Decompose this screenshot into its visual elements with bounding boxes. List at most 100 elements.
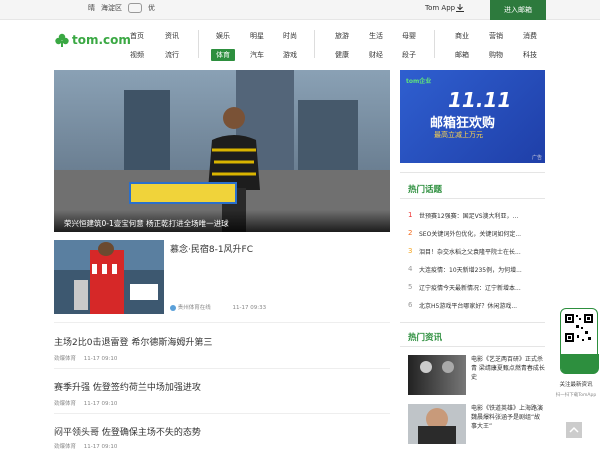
section-divider <box>400 322 545 323</box>
qr-footer <box>561 354 599 374</box>
nav-sports[interactable]: 体育 <box>211 49 235 61</box>
source-icon <box>170 304 176 311</box>
mailbox-promo-ad[interactable]: tom企业 11.11 邮箱狂欢购 最高立减上万元 广告 <box>400 70 545 163</box>
divider <box>54 413 390 414</box>
hot-info-thumbnail <box>408 355 466 395</box>
hero-building <box>298 100 358 170</box>
weather-widget[interactable]: 晴 海淀区 优 <box>88 3 155 13</box>
rank-number: 1 <box>408 211 413 219</box>
nav-shopping[interactable]: 购物 <box>484 49 508 61</box>
feature-thumbnail <box>54 240 164 314</box>
hot-topic-item[interactable]: 4 大连疫情：10天新增235例，为何增... <box>408 260 544 278</box>
hot-topics-list: 1 世预赛12强赛：国足VS澳大利亚，... 2 SEO关键词外包优化，关键词如… <box>408 206 544 314</box>
logo-mark-icon <box>55 33 69 47</box>
nav-mail[interactable]: 邮箱 <box>450 49 474 61</box>
hot-topic-item[interactable]: 3 泪目！杂交水稻之父袁隆平院士在长... <box>408 242 544 260</box>
hot-topic-text[interactable]: 辽宁疫情今天最新情况：辽宁新增本... <box>419 283 521 292</box>
ad-subheadline: 邮箱狂欢购 <box>430 116 496 131</box>
hot-topic-item[interactable]: 1 世预赛12强赛：国足VS澳大利亚，... <box>408 206 544 224</box>
nav-auto[interactable]: 汽车 <box>245 49 269 61</box>
ad-offer: 最高立减上万元 <box>434 131 483 139</box>
nav-finance[interactable]: 财经 <box>364 49 388 61</box>
article-time: 11-17 09:10 <box>83 444 118 450</box>
air-quality-label: 优 <box>148 4 155 12</box>
nav-consumer[interactable]: 消费 <box>518 30 542 42</box>
article-item[interactable]: 赛季升强 佐登签约荷兰中场加强进攻 劲爆体育 11-17 09:10 <box>54 380 390 407</box>
ad-tag: 广告 <box>531 155 542 161</box>
nav-travel[interactable]: 旅游 <box>330 30 354 42</box>
hero-banner-sign <box>129 182 237 204</box>
location-label: 海淀区 <box>101 4 122 12</box>
section-divider <box>400 172 545 173</box>
article-meta: 劲爆体育 11-17 09:10 <box>54 354 390 362</box>
section-divider <box>400 198 545 199</box>
nav-fashion[interactable]: 时尚 <box>278 30 302 42</box>
hot-info-text[interactable]: 电影《铁道英雄》上海路演 魏晨爆料张涵予是剧组“故事大王” <box>471 404 545 431</box>
nav-trend[interactable]: 流行 <box>160 49 184 61</box>
nav-stars[interactable]: 明星 <box>245 30 269 42</box>
article-title[interactable]: 主场2比0击退雷登 希尔德斯海姆升第三 <box>54 335 390 348</box>
nav-tech[interactable]: 科技 <box>518 49 542 61</box>
nav-divider <box>198 30 199 58</box>
hot-topic-text[interactable]: 世预赛12强赛：国足VS澳大利亚，... <box>419 211 518 220</box>
divider <box>54 368 390 369</box>
hot-topic-text[interactable]: 大连疫情：10天新增235例，为何增... <box>419 265 522 274</box>
tom-app-link[interactable]: Tom App <box>425 4 455 12</box>
rank-number: 2 <box>408 229 413 237</box>
chevron-up-icon <box>569 426 579 433</box>
article-time: 11-17 09:10 <box>83 401 118 407</box>
article-meta: 劲爆体育 11-17 09:10 <box>54 399 390 407</box>
hot-info-item[interactable]: 电影《艺芝两百研》正式杀青 梁靖康夏甄点燃青春成长史 <box>408 355 545 395</box>
qr-label: 关注最新资讯 <box>559 382 593 388</box>
article-item[interactable]: 闷平领头哥 佐登确保主场不失的态势 劲爆体育 11-17 09:10 <box>54 425 390 450</box>
nav-life[interactable]: 生活 <box>364 30 388 42</box>
nav-divider <box>434 30 435 58</box>
nav-video[interactable]: 视频 <box>125 49 149 61</box>
nav-divider <box>314 30 315 58</box>
article-title[interactable]: 闷平领头哥 佐登确保主场不失的态势 <box>54 425 390 438</box>
site-logo[interactable]: tom.com <box>54 30 131 50</box>
nav-baby[interactable]: 母婴 <box>397 30 421 42</box>
hot-info-thumbnail <box>408 404 466 444</box>
nav-business[interactable]: 商业 <box>450 30 474 42</box>
article-title[interactable]: 赛季升强 佐登签约荷兰中场加强进攻 <box>54 380 390 393</box>
ad-logo: tom企业 <box>406 78 432 85</box>
rank-number: 6 <box>408 301 413 309</box>
ad-headline: 11.11 <box>448 88 512 112</box>
nav-jokes[interactable]: 段子 <box>397 49 421 61</box>
top-bar: 晴 海淀区 优 Tom App 进入邮箱 <box>0 0 600 20</box>
weather-label: 晴 <box>88 4 95 12</box>
hot-info-text[interactable]: 电影《艺芝两百研》正式杀青 梁靖康夏甄点燃青春成长史 <box>471 355 545 382</box>
feature-meta: 贵州体育在线 11-17 09:33 <box>170 303 266 311</box>
download-icon[interactable] <box>455 3 465 13</box>
article-item[interactable]: 主场2比0击退雷登 希尔德斯海姆升第三 劲爆体育 11-17 09:10 <box>54 335 390 362</box>
qr-code-icon <box>564 313 594 343</box>
nav-home[interactable]: 首页 <box>125 30 149 42</box>
back-to-top-button[interactable] <box>566 422 582 438</box>
logo-text: tom.com <box>72 33 131 47</box>
article-time: 11-17 09:10 <box>83 356 118 362</box>
nav-news[interactable]: 资讯 <box>160 30 184 42</box>
app-qr-widget[interactable] <box>560 308 599 374</box>
hot-topic-item[interactable]: 2 SEO关键词外包优化，关键词如何定... <box>408 224 544 242</box>
hot-topic-item[interactable]: 6 北京H5游戏平台哪家好？休闲游戏... <box>408 296 544 314</box>
hot-topic-text[interactable]: 泪目！杂交水稻之父袁隆平院士在长... <box>419 247 521 256</box>
article-source: 劲爆体育 <box>54 444 77 450</box>
hero-banner[interactable]: 荣兴恒建筑0-1壹宝何意 杨正乾打进全场唯一进球 <box>54 70 390 232</box>
nav-games[interactable]: 游戏 <box>278 49 302 61</box>
feature-time: 11-17 09:33 <box>232 305 267 311</box>
nav-health[interactable]: 健康 <box>330 49 354 61</box>
hot-topic-text[interactable]: SEO关键词外包优化，关键词如何定... <box>419 229 521 238</box>
article-source: 劲爆体育 <box>54 356 77 362</box>
feature-article[interactable]: 慕念·民宿8-1风升FC 贵州体育在线 11-17 09:33 <box>54 240 390 318</box>
feature-title[interactable]: 慕念·民宿8-1风升FC <box>170 242 253 255</box>
nav-entertainment[interactable]: 娱乐 <box>211 30 235 42</box>
nav-marketing[interactable]: 营销 <box>484 30 508 42</box>
hot-topic-item[interactable]: 5 辽宁疫情今天最新情况：辽宁新增本... <box>408 278 544 296</box>
rank-number: 3 <box>408 247 413 255</box>
hot-info-item[interactable]: 电影《铁道英雄》上海路演 魏晨爆料张涵予是剧组“故事大王” <box>408 404 545 444</box>
hero-building <box>124 90 170 170</box>
enter-mailbox-button[interactable]: 进入邮箱 <box>490 0 546 20</box>
hot-topic-text[interactable]: 北京H5游戏平台哪家好？休闲游戏... <box>419 301 517 310</box>
hero-caption[interactable]: 荣兴恒建筑0-1壹宝何意 杨正乾打进全场唯一进球 <box>54 210 390 232</box>
